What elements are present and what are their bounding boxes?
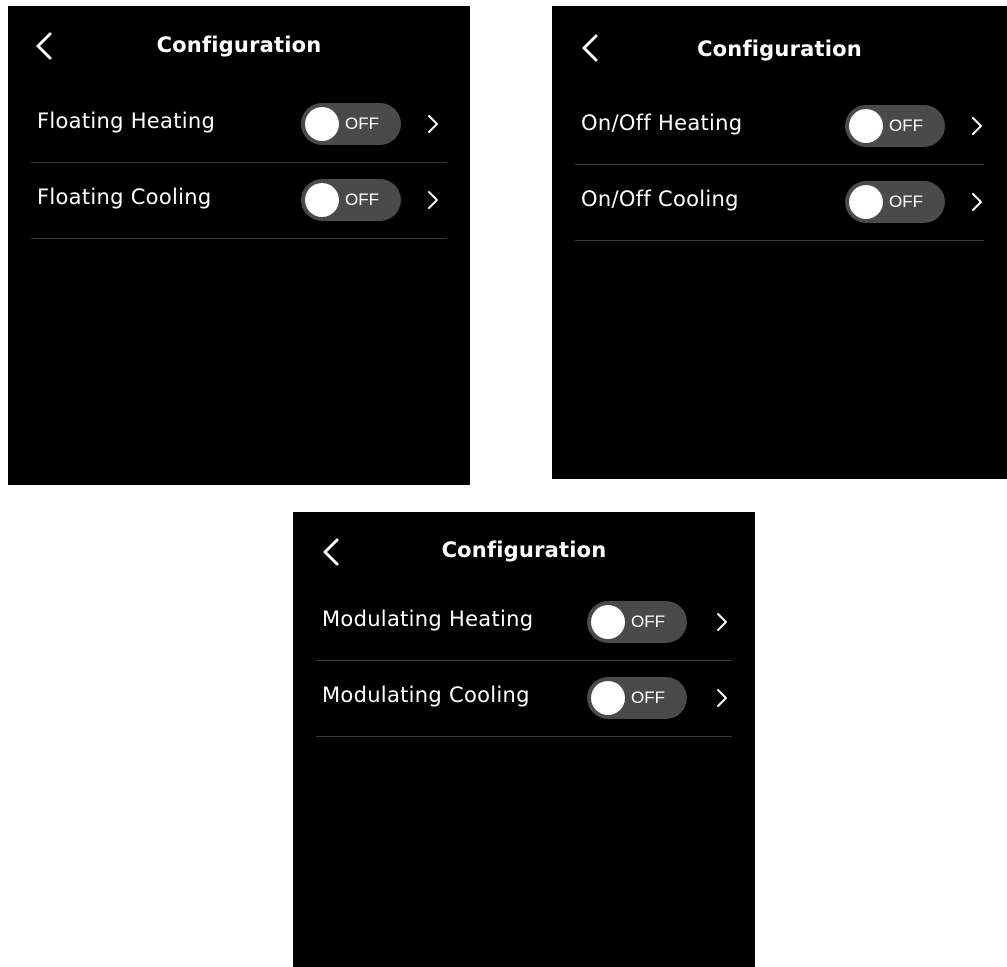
setting-label: Floating Heating xyxy=(37,109,216,133)
setting-label: On/Off Cooling xyxy=(581,187,739,211)
chevron-right-icon[interactable] xyxy=(969,191,985,213)
toggle-knob xyxy=(305,107,339,141)
setting-row-floating-heating[interactable]: Floating Heating OFF xyxy=(31,86,447,163)
header: Configuration xyxy=(293,512,755,592)
setting-row-modulating-cooling[interactable]: Modulating Cooling OFF xyxy=(316,660,732,737)
page-title: Configuration xyxy=(697,37,862,61)
setting-row-floating-cooling[interactable]: Floating Cooling OFF xyxy=(31,162,447,239)
toggle-state: OFF xyxy=(631,612,665,631)
toggle-state: OFF xyxy=(345,190,379,209)
chevron-right-icon[interactable] xyxy=(969,115,985,137)
toggle-switch[interactable]: OFF xyxy=(845,181,945,223)
chevron-right-icon[interactable] xyxy=(425,113,441,135)
configuration-screen-on-off: Configuration On/Off Heating OFF On/Off … xyxy=(552,6,1007,479)
toggle-state: OFF xyxy=(345,114,379,133)
chevron-right-icon[interactable] xyxy=(425,189,441,211)
toggle-knob xyxy=(849,185,883,219)
setting-label: Modulating Cooling xyxy=(322,683,530,707)
toggle-knob xyxy=(849,109,883,143)
toggle-switch[interactable]: OFF xyxy=(845,105,945,147)
toggle-state: OFF xyxy=(889,192,923,211)
configuration-screen-modulating: Configuration Modulating Heating OFF Mod… xyxy=(293,512,755,967)
toggle-switch[interactable]: OFF xyxy=(301,103,401,145)
chevron-right-icon[interactable] xyxy=(714,687,730,709)
toggle-switch[interactable]: OFF xyxy=(587,677,687,719)
setting-row-on-off-heating[interactable]: On/Off Heating OFF xyxy=(575,88,984,165)
toggle-state: OFF xyxy=(889,116,923,135)
setting-label: On/Off Heating xyxy=(581,111,743,135)
toggle-switch[interactable]: OFF xyxy=(587,601,687,643)
chevron-right-icon[interactable] xyxy=(714,611,730,633)
toggle-knob xyxy=(591,681,625,715)
page-title: Configuration xyxy=(441,538,607,562)
setting-row-on-off-cooling[interactable]: On/Off Cooling OFF xyxy=(575,164,984,241)
toggle-switch[interactable]: OFF xyxy=(301,179,401,221)
page-title: Configuration xyxy=(156,33,322,57)
setting-row-modulating-heating[interactable]: Modulating Heating OFF xyxy=(316,584,732,661)
toggle-knob xyxy=(305,183,339,217)
setting-label: Floating Cooling xyxy=(37,185,212,209)
setting-label: Modulating Heating xyxy=(322,607,534,631)
toggle-knob xyxy=(591,605,625,639)
configuration-screen-floating: Configuration Floating Heating OFF Float… xyxy=(8,6,470,485)
header: Configuration xyxy=(8,6,470,86)
toggle-state: OFF xyxy=(631,688,665,707)
header: Configuration xyxy=(552,6,1007,86)
